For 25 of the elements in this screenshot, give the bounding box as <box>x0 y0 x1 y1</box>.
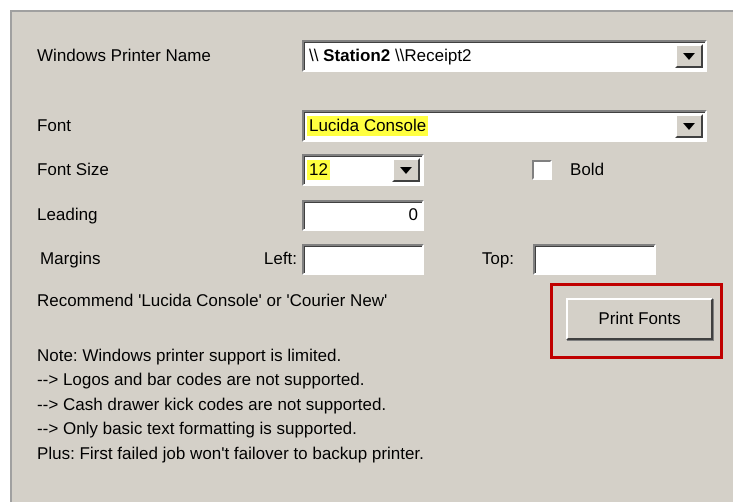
note-text: --> Only basic text formatting is supported. <box>37 418 358 440</box>
dropdown-arrow-icon <box>683 52 695 60</box>
field-label: Font Size <box>37 160 110 180</box>
note-text: --> Logos and bar codes are not supported. <box>37 369 366 391</box>
field-label: Windows Printer Name <box>37 46 212 66</box>
checkbox-label: Bold <box>570 160 604 180</box>
field-label: Leading <box>37 205 99 225</box>
dropdown-arrow-icon <box>400 166 412 174</box>
font-dropdown[interactable]: Lucida Console <box>302 110 707 142</box>
field-label: Left: <box>262 249 297 269</box>
dropdown-arrow-icon <box>683 122 695 130</box>
leading-field[interactable]: 0 <box>302 200 424 230</box>
note-text: Plus: First failed job won't failover to backup printer. <box>37 442 425 464</box>
bold-checkbox[interactable] <box>532 160 552 180</box>
printer-dropdown[interactable]: \\ Station2 \\Receipt2 <box>302 40 707 72</box>
note-text: Note: Windows printer support is limited. <box>37 344 342 366</box>
print-fonts-button[interactable]: Print Fonts <box>566 298 713 340</box>
left-margin-field[interactable] <box>302 244 424 274</box>
field-label: Margins <box>39 249 102 269</box>
field-label: Top: <box>480 249 514 269</box>
field-label: Font <box>37 116 72 136</box>
note-text: --> Cash drawer kick codes are not supported. <box>37 394 388 416</box>
top-margin-field[interactable] <box>533 244 656 274</box>
font-size-dropdown[interactable]: 12 <box>302 154 424 186</box>
recommendation-text: Recommend 'Lucida Console' or 'Courier New' <box>37 290 388 312</box>
